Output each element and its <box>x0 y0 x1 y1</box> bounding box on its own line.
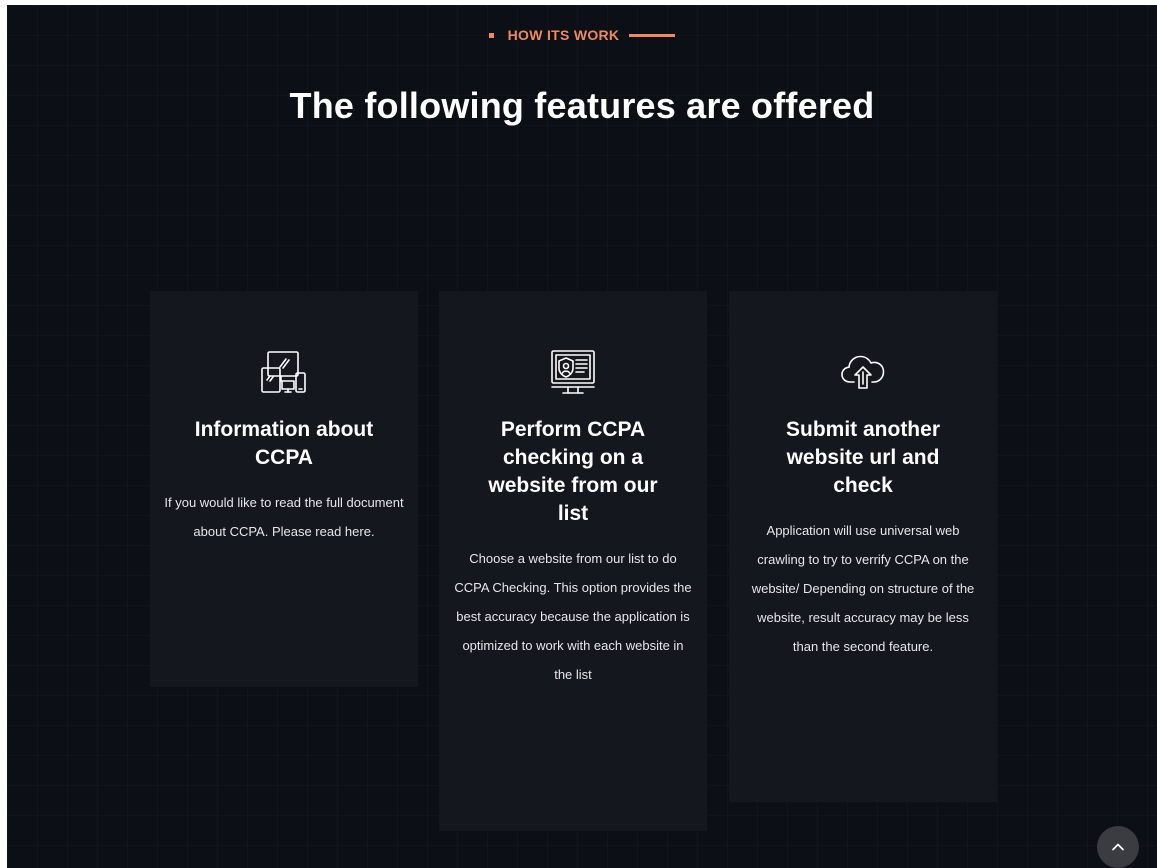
eyebrow-label: HOW ITS WORK <box>507 27 620 43</box>
chevron-up-icon <box>1112 843 1124 851</box>
section-eyebrow: HOW ITS WORK <box>7 27 1157 43</box>
card-description: Choose a website from our list to do CCP… <box>454 551 692 682</box>
card-description: If you would like to read the full docum… <box>164 495 404 539</box>
feature-card-submit-url: Submit another website url and check App… <box>729 291 997 802</box>
card-title: Information about CCPA <box>194 418 374 469</box>
card-title: Submit another website url and check <box>785 418 940 497</box>
features-section: HOW ITS WORK The following features are … <box>7 5 1157 868</box>
feature-card-perform-check: Perform CCPA checking on a website from … <box>439 291 707 831</box>
secure-monitor-icon <box>551 350 595 394</box>
cloud-upload-icon <box>841 355 885 389</box>
eyebrow-dot <box>488 32 494 38</box>
card-description: Application will use universal web crawl… <box>751 523 975 654</box>
devices-icon <box>261 351 306 393</box>
section-heading: The following features are offered <box>289 85 875 126</box>
feature-card-information: Information about CCPA If you would like… <box>150 291 418 687</box>
card-title: Perform CCPA checking on a website from … <box>488 418 658 525</box>
eyebrow-line <box>629 33 676 37</box>
scroll-to-top-button[interactable] <box>1097 826 1139 868</box>
